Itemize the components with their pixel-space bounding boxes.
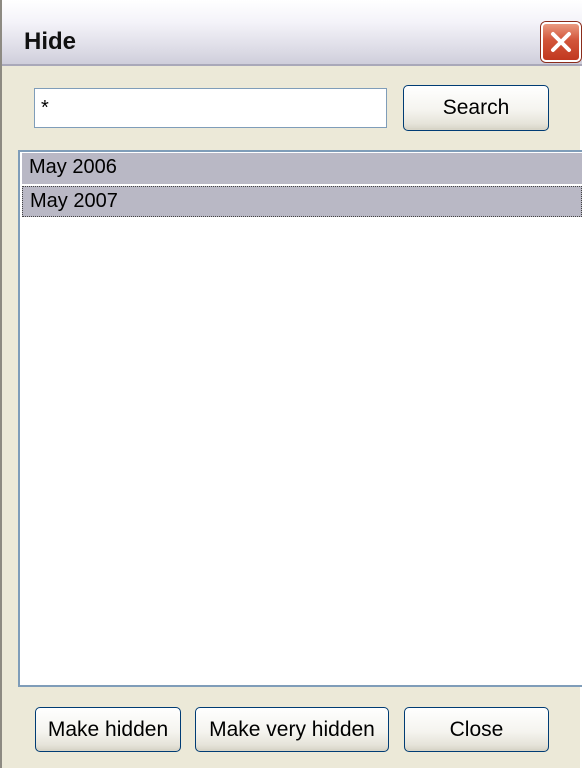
hide-dialog: Hide Search May 2006 May 2007 Make hidde… — [0, 0, 582, 768]
dialog-title: Hide — [24, 28, 77, 55]
make-very-hidden-button[interactable]: Make very hidden — [195, 707, 389, 752]
make-hidden-button[interactable]: Make hidden — [35, 707, 181, 752]
close-button[interactable]: Close — [404, 707, 549, 752]
sheet-list[interactable]: May 2006 May 2007 — [18, 150, 582, 687]
title-bar[interactable]: Hide — [2, 0, 582, 66]
list-item[interactable]: May 2006 — [22, 153, 582, 184]
list-item[interactable]: May 2007 — [22, 186, 582, 217]
search-button[interactable]: Search — [403, 85, 549, 131]
close-window-button[interactable] — [541, 22, 581, 62]
close-icon — [551, 32, 571, 52]
search-input[interactable] — [34, 88, 387, 128]
